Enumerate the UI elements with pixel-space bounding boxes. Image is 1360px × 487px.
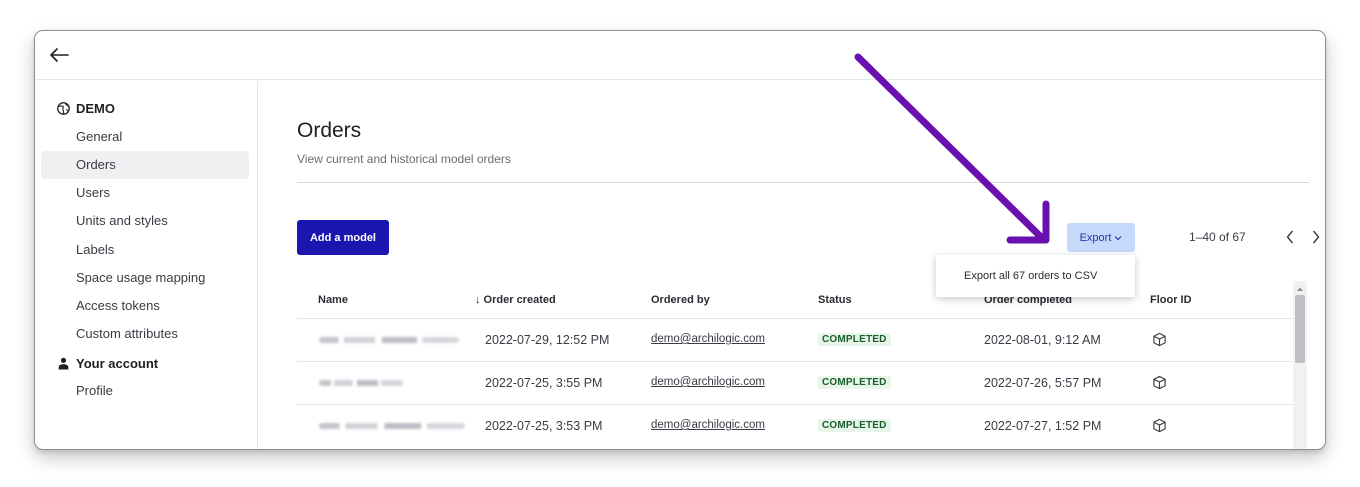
- column-header-floor-id[interactable]: Floor ID: [1150, 294, 1192, 306]
- order-created-cell: 2022-07-25, 3:53 PM: [485, 419, 603, 433]
- table-row[interactable]: 2022-07-25, 3:55 PM demo@archilogic.com …: [297, 361, 1295, 404]
- export-dropdown-item[interactable]: Export all 67 orders to CSV: [936, 255, 1135, 297]
- sidebar-item-access-tokens[interactable]: Access tokens: [41, 292, 249, 320]
- prev-page-button[interactable]: [1281, 225, 1299, 249]
- sidebar-item-units-and-styles[interactable]: Units and styles: [41, 207, 249, 235]
- header-divider: [297, 182, 1309, 183]
- sidebar-group-demo: DEMO: [57, 101, 115, 116]
- status-badge: COMPLETED: [818, 333, 891, 346]
- back-arrow-icon: [50, 48, 69, 62]
- top-bar: [35, 31, 1325, 80]
- cube-icon[interactable]: [1152, 418, 1167, 433]
- page-subtitle: View current and historical model orders: [297, 152, 511, 166]
- scroll-up-icon[interactable]: [1295, 285, 1305, 293]
- order-completed-cell: 2022-07-27, 1:52 PM: [984, 419, 1102, 433]
- export-button-label: Export: [1079, 231, 1112, 244]
- sidebar-item-general[interactable]: General: [41, 123, 249, 151]
- order-completed-cell: 2022-08-01, 9:12 AM: [984, 333, 1101, 347]
- scrollbar-thumb[interactable]: [1295, 295, 1305, 363]
- table-row[interactable]: 2022-07-29, 12:52 PM demo@archilogic.com…: [297, 318, 1295, 361]
- column-header-order-created[interactable]: ↓ Order created: [475, 294, 556, 306]
- redacted-name: [319, 423, 465, 429]
- main-content: Orders View current and historical model…: [259, 81, 1325, 449]
- sidebar-item-orders[interactable]: Orders: [41, 151, 249, 179]
- column-header-ordered-by[interactable]: Ordered by: [651, 294, 710, 306]
- sidebar-item-space-usage-mapping[interactable]: Space usage mapping: [41, 264, 249, 292]
- sidebar-group-label: DEMO: [76, 101, 115, 116]
- sidebar-item-users[interactable]: Users: [41, 179, 249, 207]
- pagination-range: 1–40 of 67: [1189, 230, 1246, 244]
- chevron-down-icon: [1114, 235, 1122, 240]
- app-window: DEMO General Orders Users Units and styl…: [34, 30, 1326, 450]
- cube-icon[interactable]: [1152, 332, 1167, 347]
- sidebar: DEMO General Orders Users Units and styl…: [35, 81, 258, 449]
- globe-icon: [57, 102, 70, 115]
- chevron-left-icon: [1286, 230, 1294, 244]
- redacted-name: [319, 337, 459, 343]
- column-header-name[interactable]: Name: [318, 294, 348, 306]
- sidebar-group-account: Your account: [57, 356, 158, 371]
- sidebar-item-labels[interactable]: Labels: [41, 236, 249, 264]
- sidebar-item-profile[interactable]: Profile: [41, 377, 249, 405]
- export-button[interactable]: Export: [1067, 223, 1135, 252]
- chevron-right-icon: [1312, 230, 1320, 244]
- back-button[interactable]: [47, 44, 73, 66]
- order-created-cell: 2022-07-29, 12:52 PM: [485, 333, 610, 347]
- ordered-by-link[interactable]: demo@archilogic.com: [651, 419, 765, 431]
- ordered-by-link[interactable]: demo@archilogic.com: [651, 376, 765, 388]
- person-icon: [58, 357, 69, 370]
- ordered-by-link[interactable]: demo@archilogic.com: [651, 333, 765, 345]
- add-model-button[interactable]: Add a model: [297, 220, 389, 255]
- page-title: Orders: [297, 119, 362, 142]
- status-badge: COMPLETED: [818, 419, 891, 432]
- column-header-status[interactable]: Status: [818, 294, 852, 306]
- table-row[interactable]: 2022-07-25, 3:53 PM demo@archilogic.com …: [297, 404, 1295, 447]
- sidebar-item-custom-attributes[interactable]: Custom attributes: [41, 320, 249, 348]
- cube-icon[interactable]: [1152, 375, 1167, 390]
- sidebar-group-label: Your account: [76, 356, 159, 371]
- redacted-name: [319, 380, 403, 386]
- order-created-cell: 2022-07-25, 3:55 PM: [485, 376, 603, 390]
- order-completed-cell: 2022-07-26, 5:57 PM: [984, 376, 1102, 390]
- status-badge: COMPLETED: [818, 376, 891, 389]
- next-page-button[interactable]: [1307, 225, 1325, 249]
